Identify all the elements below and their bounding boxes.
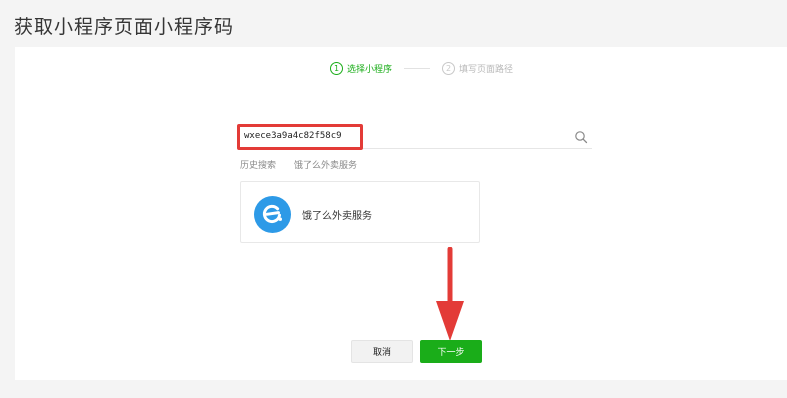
step-fill-path: 2 填写页面路径 [442,61,514,75]
red-arrow-annotation [436,247,464,341]
eleme-logo-icon [254,196,291,233]
history-label: 历史搜索 [240,161,277,171]
result-name: 饿了么外卖服务 [302,211,372,222]
step-divider [404,67,431,69]
next-step-button[interactable]: 下一步 [420,340,482,363]
search-result-item[interactable]: 饿了么外卖服务 [240,181,480,243]
step-2-number: 2 [442,61,456,75]
highlight-box [237,124,363,150]
search-icon[interactable] [574,130,588,144]
step-indicator: 1 选择小程序 2 填写页面路径 [330,61,513,75]
step-2-label: 填写页面路径 [459,64,514,75]
page-title: 获取小程序页面小程序码 [14,16,235,38]
step-1-label: 选择小程序 [347,64,393,75]
cancel-button[interactable]: 取消 [351,340,413,363]
history-item[interactable]: 饿了么外卖服务 [294,158,357,171]
step-select-miniprogram: 1 选择小程序 [330,61,393,75]
search-history: 历史搜索 饿了么外卖服务 [240,158,375,171]
step-1-number: 1 [330,61,343,75]
